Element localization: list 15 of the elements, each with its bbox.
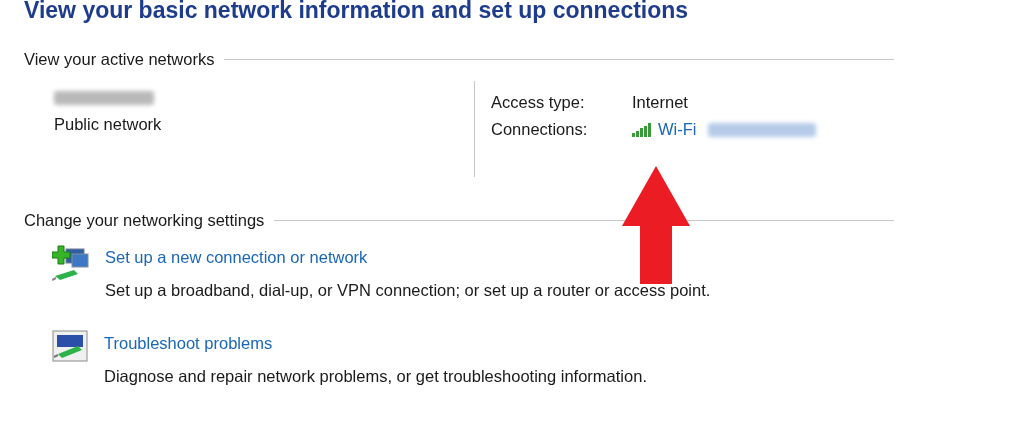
network-category: Public network <box>54 115 163 134</box>
task-description: Set up a broadband, dial-up, or VPN connection; or set up a router or access point. <box>105 281 711 300</box>
section-heading: Change your networking settings <box>24 211 265 230</box>
task-link[interactable]: Troubleshoot problems <box>104 334 647 353</box>
wifi-link[interactable]: Wi-Fi <box>658 120 697 139</box>
field-label: Access type: <box>491 93 586 112</box>
signal-icon <box>632 122 652 137</box>
field-label: Connections: <box>491 120 589 139</box>
network-setup-icon <box>52 244 89 282</box>
section-heading: View your active networks <box>24 50 215 69</box>
page-title: View your basic network information and set up connections <box>24 0 689 24</box>
field-value: Internet <box>632 93 689 112</box>
task-description: Diagnose and repair network problems, or get troubleshooting information. <box>104 367 647 386</box>
network-repair-icon <box>52 330 88 362</box>
task-link[interactable]: Set up a new connection or network <box>105 248 711 267</box>
